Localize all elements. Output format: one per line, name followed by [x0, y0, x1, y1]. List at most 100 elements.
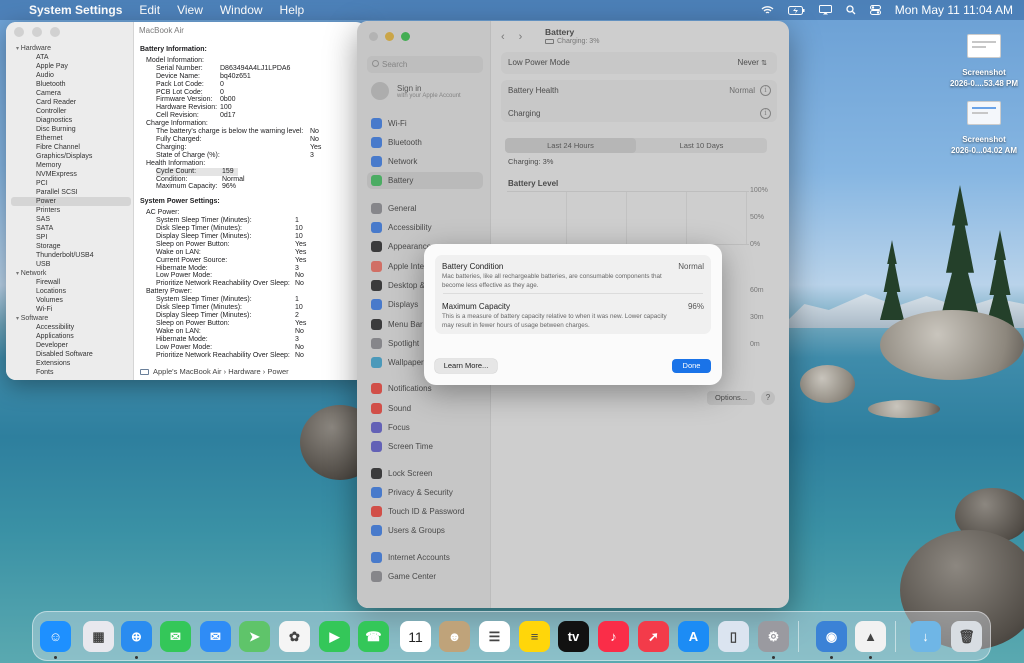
tree-item[interactable]: SATA [11, 224, 131, 233]
tree-item[interactable]: Fonts [11, 368, 131, 377]
launchpad-icon[interactable]: ▦ [83, 621, 114, 652]
menu-window[interactable]: Window [220, 3, 263, 17]
preview-icon[interactable]: ▲ [855, 621, 886, 652]
menu-edit[interactable]: Edit [139, 3, 160, 17]
search-icon[interactable] [846, 5, 856, 15]
tree-category[interactable]: Network [11, 269, 131, 278]
news-icon[interactable]: ➚ [638, 621, 669, 652]
tree-item[interactable]: ATA [11, 53, 131, 62]
info-row: System Sleep Timer (Minutes): 1 [140, 296, 364, 304]
phone-icon[interactable]: ☎ [358, 621, 389, 652]
safari-icon[interactable]: ⊕ [121, 621, 152, 652]
info-key: Low Power Mode: [156, 343, 213, 351]
info-value: Yes [295, 240, 307, 248]
desktop-file-name: Screenshot [962, 135, 1006, 144]
reminders-icon[interactable]: ☰ [479, 621, 510, 652]
app-menu[interactable]: System Settings [29, 3, 122, 17]
menu-help[interactable]: Help [280, 3, 305, 17]
desktop-file-screenshot[interactable]: Screenshot 2026-0....53.48 PM [944, 34, 1024, 89]
system-information-icon[interactable]: ◉ [816, 621, 847, 652]
tree-item[interactable]: Storage [11, 242, 131, 251]
tree-item[interactable]: Parallel SCSI [11, 188, 131, 197]
info-row: System Sleep Timer (Minutes): 1 [140, 217, 364, 225]
battery-charging-icon[interactable] [787, 5, 805, 15]
info-key: Low Power Mode: [156, 272, 213, 280]
tree-item[interactable]: Accessibility [11, 323, 131, 332]
screen-mirroring-icon[interactable] [818, 5, 832, 15]
tree-item[interactable]: SAS [11, 215, 131, 224]
music-icon[interactable]: ♪ [598, 621, 629, 652]
info-row: Pack Lot Code: 0 [140, 81, 364, 89]
tree-item[interactable]: USB [11, 260, 131, 269]
info-value: 96% [222, 183, 237, 191]
wifi-icon[interactable] [761, 5, 774, 15]
tree-category[interactable]: Software [11, 314, 131, 323]
tree-item[interactable]: Applications [11, 332, 131, 341]
tree-item[interactable]: Controller [11, 107, 131, 116]
notes-icon[interactable]: ≡ [519, 621, 550, 652]
facetime-icon[interactable]: ▶ [319, 621, 350, 652]
tree-item[interactable]: Thunderbolt/USB4 [11, 251, 131, 260]
messages-icon[interactable]: ✉ [160, 621, 191, 652]
tree-item[interactable]: Graphics/Displays [11, 152, 131, 161]
tree-item[interactable]: Volumes [11, 296, 131, 305]
control-center-icon[interactable] [869, 5, 881, 15]
tree-item[interactable]: Extensions [11, 359, 131, 368]
tree-item[interactable]: Apple Pay [11, 62, 131, 71]
calendar-icon[interactable]: 11 [400, 621, 431, 652]
close-button[interactable] [14, 27, 24, 37]
tree-item[interactable]: Diagnostics [11, 116, 131, 125]
section-heading: Battery Information: [140, 46, 207, 53]
tree-item[interactable]: Locations [11, 287, 131, 296]
contacts-icon[interactable]: ☻ [439, 621, 470, 652]
photos-icon[interactable]: ✿ [279, 621, 310, 652]
menu-bar-clock[interactable]: Mon May 11 11:04 AM [895, 3, 1013, 17]
wallpaper-tree [940, 185, 980, 320]
tree-item[interactable]: SPI [11, 233, 131, 242]
tree-item[interactable]: Audio [11, 71, 131, 80]
info-row: Sleep on Power Button: Yes [140, 241, 364, 249]
tree-item[interactable]: NVMExpress [11, 170, 131, 179]
tree-item[interactable]: Ethernet [11, 134, 131, 143]
app-store-icon[interactable]: A [678, 621, 709, 652]
tree-item[interactable]: Memory [11, 161, 131, 170]
info-value: bq40z651 [220, 72, 251, 80]
info-row: Cell Revision: 0d17 [140, 112, 364, 120]
info-value: 3 [295, 264, 299, 272]
zoom-button[interactable] [50, 27, 60, 37]
info-value: No [310, 135, 319, 143]
tree-item[interactable]: Wi-Fi [11, 305, 131, 314]
tree-item[interactable]: Camera [11, 89, 131, 98]
tree-item[interactable]: Card Reader [11, 98, 131, 107]
finder-icon[interactable]: ☺ [40, 621, 71, 652]
tree-item[interactable]: Fibre Channel [11, 143, 131, 152]
tree-item[interactable]: PCI [11, 179, 131, 188]
tree-item[interactable]: Firewall [11, 278, 131, 287]
battery-details-box: Battery Condition Normal Mac batteries, … [435, 255, 711, 334]
info-row: Hardware Revision: 100 [140, 104, 364, 112]
laptop-icon [140, 369, 149, 376]
minimize-button[interactable] [32, 27, 42, 37]
tree-category[interactable]: Hardware [11, 44, 131, 53]
mail-icon[interactable]: ✉ [200, 621, 231, 652]
downloads-icon[interactable]: ↓ [910, 621, 941, 652]
trash-icon[interactable]: 🗑 [951, 621, 982, 652]
maps-icon[interactable]: ➤ [239, 621, 270, 652]
iphone-mirroring-icon[interactable]: ▯ [718, 621, 749, 652]
info-key: Serial Number: [156, 64, 203, 72]
system-settings-icon[interactable]: ⚙ [758, 621, 789, 652]
done-button[interactable]: Done [672, 359, 711, 373]
tree-item[interactable]: Developer [11, 341, 131, 350]
tv-icon[interactable]: tv [558, 621, 589, 652]
tree-item[interactable]: Printers [11, 206, 131, 215]
tree-item[interactable]: Power [11, 197, 131, 206]
info-value: 3 [310, 151, 314, 159]
tree-item[interactable]: Disc Burning [11, 125, 131, 134]
tree-item[interactable]: Disabled Software [11, 350, 131, 359]
tree-item[interactable]: Bluetooth [11, 80, 131, 89]
learn-more-button[interactable]: Learn More... [435, 359, 497, 373]
desktop-file-screenshot[interactable]: Screenshot 2026-0...04.02 AM [944, 101, 1024, 156]
info-row: AC Power: [140, 209, 364, 217]
menu-view[interactable]: View [177, 3, 203, 17]
